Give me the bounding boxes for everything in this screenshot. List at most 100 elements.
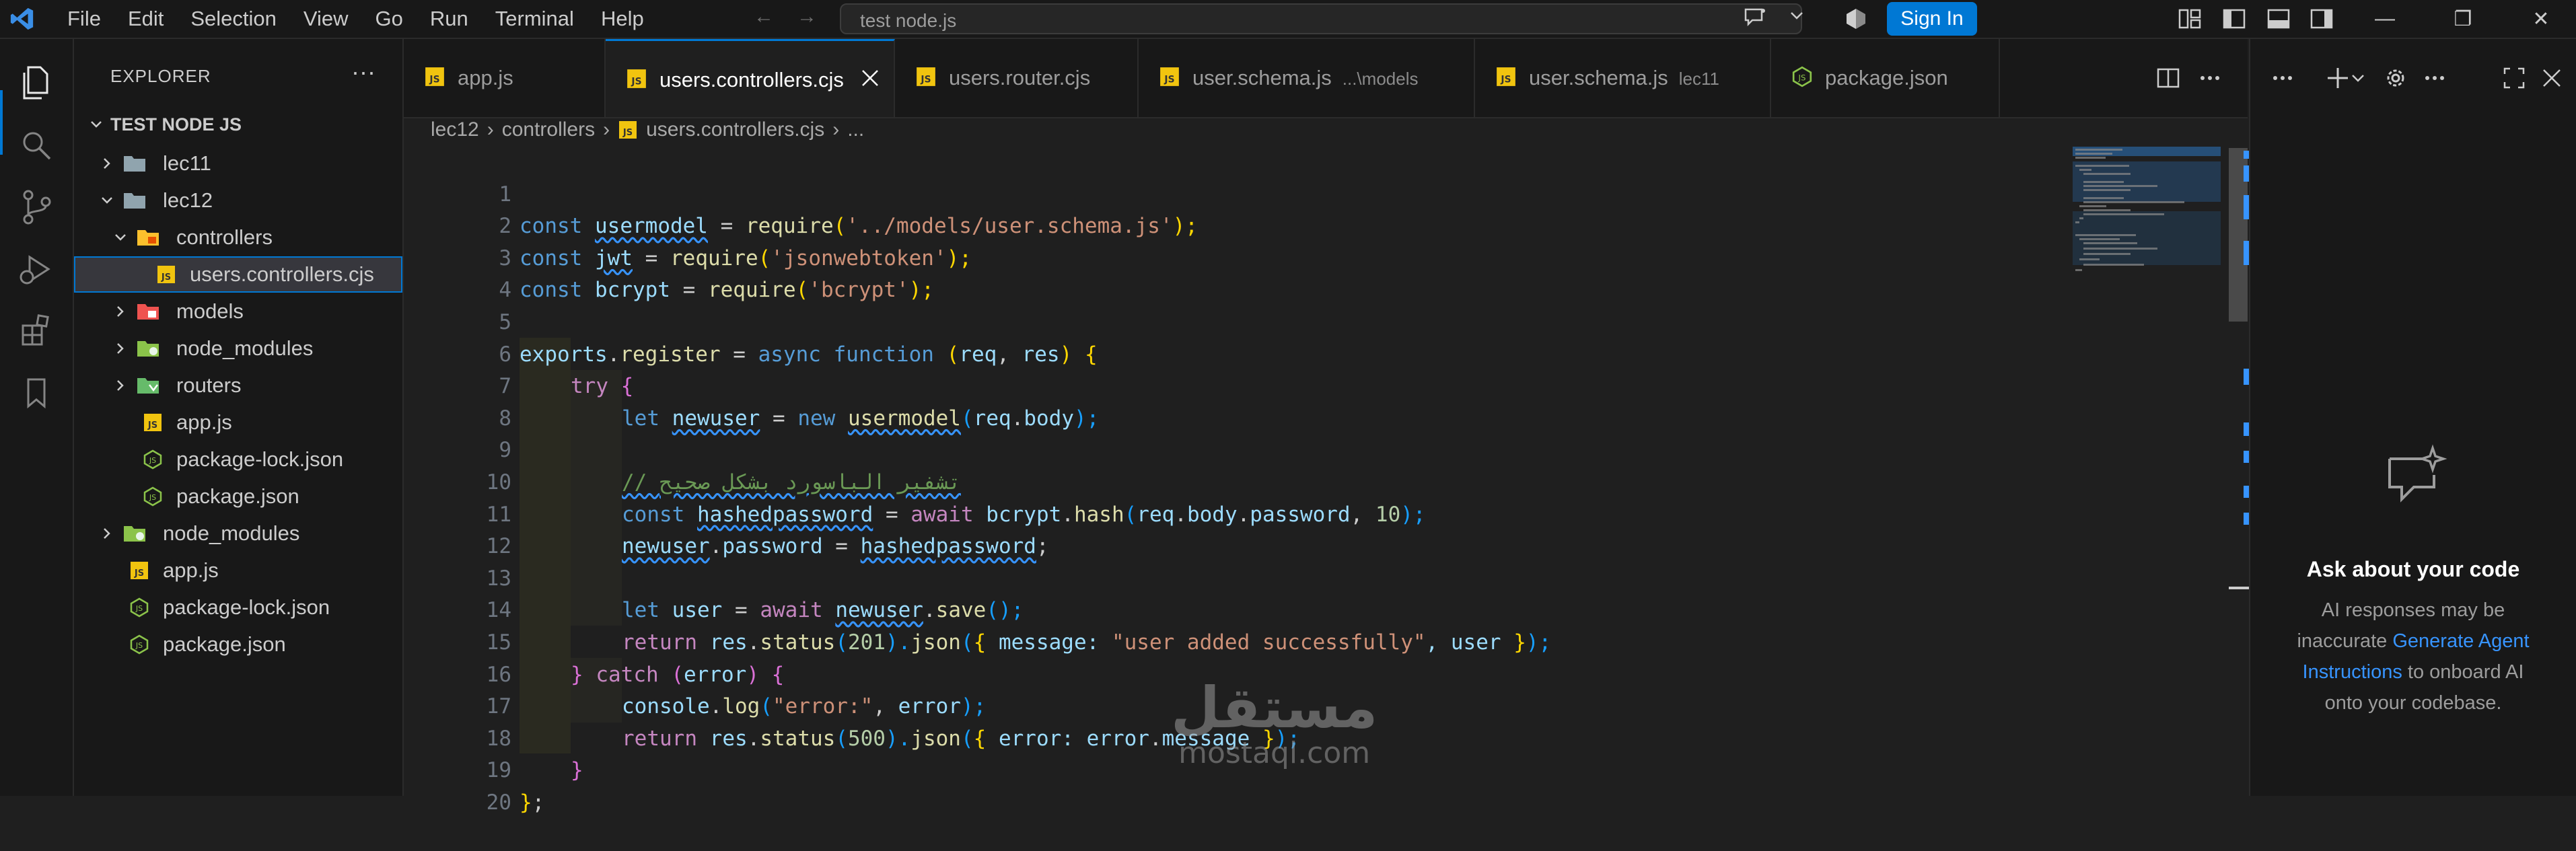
explorer-more-actions[interactable]: ··· <box>351 58 375 86</box>
nodejs-file-icon: JS <box>1792 66 1812 87</box>
js-file-icon: JS <box>917 67 935 86</box>
bookmark-icon[interactable] <box>16 373 57 413</box>
tree-label: package-lock.json <box>163 595 330 619</box>
tree-label: lec12 <box>163 188 213 212</box>
chevron-right-icon <box>117 343 124 354</box>
tree-folder-models[interactable]: models <box>74 293 402 330</box>
tree-file-app-js-lec12[interactable]: JS app.js <box>74 404 402 441</box>
more-actions-icon[interactable] <box>2421 65 2448 91</box>
menu-edit[interactable]: Edit <box>114 0 177 38</box>
svg-text:JS: JS <box>920 75 931 85</box>
more-actions-icon[interactable] <box>2269 65 2296 91</box>
copilot-icon[interactable] <box>1844 7 1868 31</box>
maximize-panel-icon[interactable] <box>2501 65 2528 91</box>
tab-app-js[interactable]: JS app.js <box>404 39 606 117</box>
breadcrumb-separator-icon: › <box>832 118 840 141</box>
minimap[interactable] <box>2073 147 2221 322</box>
close-icon[interactable] <box>859 67 882 89</box>
menu-view[interactable]: View <box>290 0 362 38</box>
tab-package-json[interactable]: JS package.json <box>1771 39 2000 117</box>
tree-label: lec11 <box>163 151 211 175</box>
close-window-button[interactable]: ✕ <box>2521 3 2561 35</box>
chevron-down-icon <box>115 234 126 241</box>
tree-file-app-js[interactable]: JS app.js <box>74 552 402 589</box>
close-icon[interactable] <box>2538 65 2565 91</box>
tab-users-controllers[interactable]: JS users.controllers.cjs <box>606 39 895 117</box>
svg-text:JS: JS <box>1500 75 1511 85</box>
code-line: 5 exports.register = async function (req… <box>404 274 2059 367</box>
cursor-position-marker <box>2229 587 2249 589</box>
tree-label: node_modules <box>163 521 300 545</box>
tab-label: users.controllers.cjs <box>659 68 844 91</box>
overview-ruler-mark <box>2244 451 2249 463</box>
breadcrumb-item[interactable]: ... <box>847 113 864 147</box>
vscode-logo-icon <box>10 7 34 30</box>
menu-file[interactable]: File <box>54 0 114 38</box>
tab-user-schema-models[interactable]: JS user.schema.js ...\models <box>1139 39 1475 117</box>
tree-file-package-json[interactable]: JS package.json <box>74 626 402 663</box>
code-line: 14 return res.status(201).json({ message… <box>404 563 2059 655</box>
breadcrumb-item[interactable]: controllers <box>502 113 595 147</box>
tree-folder-routers[interactable]: routers <box>74 367 402 404</box>
tree-folder-node-modules[interactable]: node_modules <box>74 515 402 552</box>
svg-text:JS: JS <box>134 568 144 579</box>
extensions-icon[interactable] <box>16 311 57 351</box>
search-icon[interactable] <box>16 125 57 165</box>
forward-arrow-icon[interactable]: → <box>797 5 817 28</box>
toggle-panel-icon[interactable] <box>2266 8 2291 30</box>
tree-label: package.json <box>176 484 299 508</box>
svg-text:JS: JS <box>149 456 156 465</box>
more-actions-icon[interactable] <box>2196 65 2223 91</box>
code-line: 1 const usermodel = require('../models/u… <box>404 147 2059 239</box>
new-chat-icon[interactable] <box>2324 65 2351 91</box>
tree-folder-node-modules-inner[interactable]: node_modules <box>74 330 402 367</box>
chevron-down-icon[interactable] <box>2350 65 2366 91</box>
svg-text:JS: JS <box>631 77 641 87</box>
workspace-root[interactable]: TEST NODE JS <box>74 106 402 143</box>
tree-folder-lec11[interactable]: lec11 <box>74 145 402 182</box>
minimize-button[interactable]: — <box>2365 3 2405 35</box>
code-token: } <box>520 790 532 815</box>
nodejs-file-icon: JS <box>130 597 149 618</box>
breadcrumb: lec12 › controllers › JS users.controlle… <box>431 113 864 147</box>
tree-folder-lec12[interactable]: lec12 <box>74 182 402 219</box>
line-number: 20 <box>486 790 511 815</box>
code-line: 13 let user = await newuser.save(); <box>404 531 2059 623</box>
explorer-icon[interactable] <box>16 62 57 102</box>
tree-file-users-controllers[interactable]: JS users.controllers.cjs <box>74 256 402 293</box>
run-debug-icon[interactable] <box>16 249 57 289</box>
code-token: ; <box>532 790 545 815</box>
menu-selection[interactable]: Selection <box>177 0 290 38</box>
restore-button[interactable]: ❐ <box>2443 3 2483 35</box>
tree-file-package-lock-lec12[interactable]: JS package-lock.json <box>74 441 402 478</box>
chevron-down-icon[interactable] <box>1790 11 1803 20</box>
toggle-secondary-sidebar-icon[interactable] <box>2310 8 2334 30</box>
tab-user-schema-lec11[interactable]: JS user.schema.js lec11 <box>1475 39 1771 117</box>
command-center-search[interactable]: test node.js <box>840 3 1802 34</box>
gear-icon[interactable] <box>2382 65 2409 91</box>
menu-help[interactable]: Help <box>587 0 657 38</box>
tree-file-package-lock[interactable]: JS package-lock.json <box>74 589 402 626</box>
code-line: 15 } catch (error) { <box>404 595 2059 687</box>
toggle-primary-sidebar-icon[interactable] <box>2222 8 2246 30</box>
tree-file-package-json-lec12[interactable]: JS package.json <box>74 478 402 515</box>
explorer-sidebar: EXPLORER ··· TEST NODE JS lec11 lec12 co… <box>74 39 404 796</box>
svg-text:JS: JS <box>147 420 157 431</box>
tab-description: lec11 <box>1678 69 1719 89</box>
chat-icon[interactable] <box>1743 7 1767 28</box>
source-control-icon[interactable] <box>16 187 57 227</box>
chat-description: AI responses may be inaccurate Generate … <box>2284 595 2542 718</box>
tab-users-router[interactable]: JS users.router.cjs <box>895 39 1139 117</box>
menu-go[interactable]: Go <box>362 0 417 38</box>
svg-text:JS: JS <box>135 641 143 650</box>
breadcrumb-item[interactable]: users.controllers.cjs <box>646 113 824 147</box>
split-editor-icon[interactable] <box>2155 65 2182 91</box>
nodejs-file-icon: JS <box>143 449 162 470</box>
breadcrumb-item[interactable]: lec12 <box>431 113 479 147</box>
menu-run[interactable]: Run <box>417 0 482 38</box>
customize-layout-icon[interactable] <box>2178 8 2202 30</box>
menu-terminal[interactable]: Terminal <box>482 0 587 38</box>
sign-in-button[interactable]: Sign In <box>1887 2 1977 36</box>
back-arrow-icon[interactable]: ← <box>754 5 774 28</box>
tree-folder-controllers[interactable]: controllers <box>74 219 402 256</box>
